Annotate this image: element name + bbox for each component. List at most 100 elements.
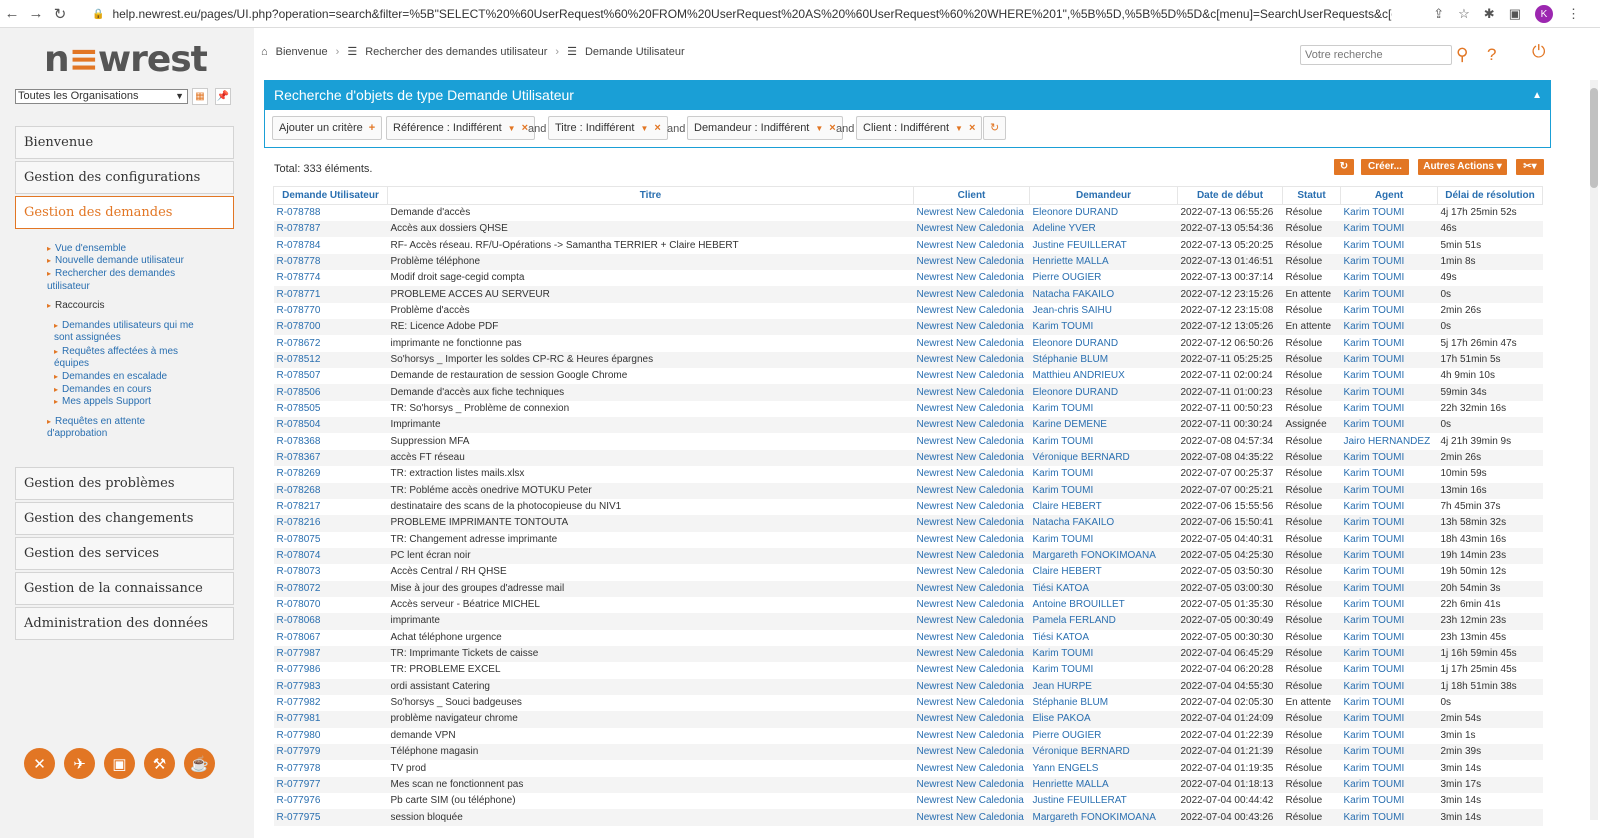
table-row[interactable]: R-078672 imprimante ne fonctionne pas Newr… — [274, 335, 1543, 351]
column-header[interactable]: Titre — [387, 186, 914, 205]
table-cell[interactable]: Newrest New Caledonia — [913, 744, 1030, 761]
table-cell[interactable]: Newrest New Caledonia — [913, 580, 1030, 597]
table-cell[interactable]: R-078787 — [273, 221, 388, 238]
table-cell[interactable]: R-078269 — [274, 466, 388, 482]
table-cell[interactable]: Karim TOUMI — [1341, 728, 1438, 744]
refresh-results-icon[interactable]: ↻ — [1334, 159, 1354, 175]
power-icon[interactable]: ⏻ — [1532, 42, 1545, 62]
table-row[interactable]: R-077978 TV prod Newrest New Caledonia Yann… — [274, 760, 1543, 776]
table-row[interactable]: R-078506 Demande d'accès aux fiche techni… — [273, 384, 1543, 401]
table-row[interactable]: R-078217 destinataire des scans de la pho… — [274, 499, 1543, 515]
table-cell[interactable]: Karim TOUMI — [1341, 760, 1438, 776]
table-cell[interactable]: Justine FEUILLERAT — [1030, 237, 1178, 253]
other-actions-button[interactable]: Autres Actions ▾ — [1418, 159, 1507, 175]
table-cell[interactable]: Newrest New Caledonia — [914, 695, 1030, 711]
table-row[interactable]: R-078073 Accès Central / RH QHSE Newrest N… — [274, 564, 1543, 580]
table-row[interactable]: R-078507 Demande de restauration de sessi… — [274, 368, 1543, 384]
table-cell[interactable]: R-078700 — [273, 319, 388, 336]
address-bar[interactable]: 🔒 help.newrest.eu/pages/UI.php?operation… — [92, 4, 1392, 24]
table-row[interactable]: R-078504 Imprimante Newrest New Caledonia K… — [273, 417, 1543, 434]
sub-rechercher-demandes-cont[interactable]: utilisateur — [47, 280, 90, 293]
table-cell[interactable]: Newrest New Caledonia — [913, 809, 1030, 826]
table-cell[interactable]: R-077987 — [273, 645, 388, 663]
table-cell[interactable]: Karim TOUMI — [1340, 482, 1438, 499]
table-cell[interactable]: Elise PAKOA — [1029, 711, 1178, 728]
menu-bienvenue[interactable]: Bienvenue — [15, 126, 234, 159]
table-row[interactable]: R-077983 ordi assistant Catering Newrest N… — [273, 678, 1543, 695]
table-cell[interactable]: Karim TOUMI — [1341, 368, 1438, 384]
scrollbar[interactable] — [1590, 80, 1598, 820]
table-cell[interactable]: Karim TOUMI — [1341, 401, 1438, 417]
table-cell[interactable]: Margareth FONOKIMOANA — [1029, 547, 1178, 565]
table-cell[interactable]: Claire HEBERT — [1030, 499, 1178, 515]
table-cell[interactable]: Karim TOUMI — [1340, 221, 1438, 238]
table-cell[interactable]: Newrest New Caledonia — [913, 253, 1030, 271]
table-row[interactable]: R-077976 Pb carte SIM (ou téléphone) Newre… — [274, 793, 1543, 809]
table-cell[interactable]: R-077975 — [273, 809, 388, 826]
table-cell[interactable]: Margareth FONOKIMOANA — [1029, 809, 1178, 826]
table-cell[interactable]: Karim TOUMI — [1340, 711, 1438, 728]
table-cell[interactable]: Karim TOUMI — [1340, 547, 1438, 565]
table-cell[interactable]: Karim TOUMI — [1030, 433, 1178, 449]
table-cell[interactable]: Karim TOUMI — [1341, 303, 1438, 319]
table-cell[interactable]: Newrest New Caledonia — [913, 678, 1030, 695]
table-cell[interactable]: Henriette MALLA — [1029, 253, 1178, 271]
table-cell[interactable]: Pierre OUGIER — [1030, 270, 1178, 286]
offshore-icon[interactable]: ⚒ — [144, 748, 175, 779]
table-cell[interactable]: Newrest New Caledonia — [914, 368, 1030, 384]
restaurant-icon[interactable]: ✕ — [24, 748, 55, 779]
column-header[interactable]: Date de début — [1177, 186, 1283, 205]
table-cell[interactable]: R-078070 — [274, 597, 388, 613]
table-cell[interactable]: Tiési KATOA — [1029, 580, 1178, 597]
table-row[interactable]: R-078784 RF- Accès réseau. RF/U-Opération… — [274, 237, 1543, 253]
table-row[interactable]: R-077979 Téléphone magasin Newrest New Cal… — [273, 744, 1543, 761]
table-cell[interactable]: Pierre OUGIER — [1030, 728, 1178, 744]
table-cell[interactable]: Newrest New Caledonia — [914, 466, 1030, 482]
table-cell[interactable]: Newrest New Caledonia — [913, 482, 1030, 499]
menu-connaissance[interactable]: Gestion de la connaissance — [15, 572, 234, 605]
sub-rechercher-demandes[interactable]: ▸ Rechercher des demandes — [47, 267, 175, 280]
table-cell[interactable]: Karim TOUMI — [1340, 809, 1438, 826]
table-row[interactable]: R-078067 Achat téléphone urgence Newrest N… — [274, 630, 1543, 646]
table-cell[interactable]: R-078504 — [273, 417, 388, 434]
table-cell[interactable]: R-078075 — [274, 532, 388, 548]
table-row[interactable]: R-078771 PROBLEME ACCES AU SERVEUR Newrest… — [273, 286, 1543, 303]
criteria-client[interactable]: Client : Indifférent ▼ × — [856, 116, 983, 140]
table-row[interactable]: R-078788 Demande d'accès Newrest New Caled… — [274, 205, 1543, 222]
menu-services[interactable]: Gestion des services — [15, 537, 234, 570]
forward-icon[interactable]: → — [24, 5, 48, 22]
table-cell[interactable]: Karim TOUMI — [1340, 613, 1438, 630]
kebab-menu-icon[interactable]: ⋮ — [1567, 6, 1580, 22]
table-cell[interactable]: Newrest New Caledonia — [914, 303, 1030, 319]
sub-nouvelle-demande[interactable]: ▸ Nouvelle demande utilisateur — [47, 254, 184, 267]
table-cell[interactable]: Karine DEMENE — [1029, 417, 1178, 434]
newrest-logo[interactable]: n≡wrest — [44, 39, 208, 80]
column-header[interactable]: Statut — [1282, 186, 1341, 205]
table-cell[interactable]: Newrest New Caledonia — [914, 270, 1030, 286]
table-cell[interactable]: Newrest New Caledonia — [913, 384, 1030, 401]
refresh-icon[interactable]: ↻ — [983, 116, 1007, 140]
sub-escalade[interactable]: ▸ Demandes en escalade — [54, 370, 167, 383]
table-cell[interactable]: R-078073 — [274, 564, 388, 580]
tools-icon[interactable]: ✂▾ — [1516, 159, 1544, 175]
table-cell[interactable]: Newrest New Caledonia — [914, 728, 1030, 744]
table-cell[interactable]: Newrest New Caledonia — [913, 711, 1030, 728]
table-cell[interactable]: R-077980 — [274, 728, 388, 744]
table-cell[interactable]: R-078074 — [273, 547, 388, 565]
table-row[interactable]: R-078778 Problème téléphone Newrest New Ca… — [273, 253, 1543, 271]
table-cell[interactable]: Tiési KATOA — [1030, 630, 1178, 646]
table-cell[interactable]: R-078068 — [273, 613, 388, 630]
table-cell[interactable]: R-078505 — [274, 401, 388, 417]
table-cell[interactable]: Karim TOUMI — [1030, 532, 1178, 548]
table-cell[interactable]: R-078788 — [274, 205, 388, 222]
table-cell[interactable]: Karim TOUMI — [1341, 466, 1438, 482]
table-row[interactable]: R-077975 session bloquée Newrest New Caled… — [273, 809, 1543, 826]
profile-avatar[interactable]: K — [1535, 5, 1553, 23]
table-row[interactable]: R-078269 TR: extraction listes mails.xlsx… — [274, 466, 1543, 482]
table-cell[interactable]: Karim TOUMI — [1341, 532, 1438, 548]
pin-icon[interactable]: 📌 — [215, 88, 231, 105]
table-cell[interactable]: R-078216 — [273, 515, 388, 532]
table-cell[interactable]: Eleonore DURAND — [1029, 384, 1178, 401]
table-cell[interactable]: R-077981 — [273, 711, 388, 728]
table-cell[interactable]: R-078770 — [274, 303, 388, 319]
